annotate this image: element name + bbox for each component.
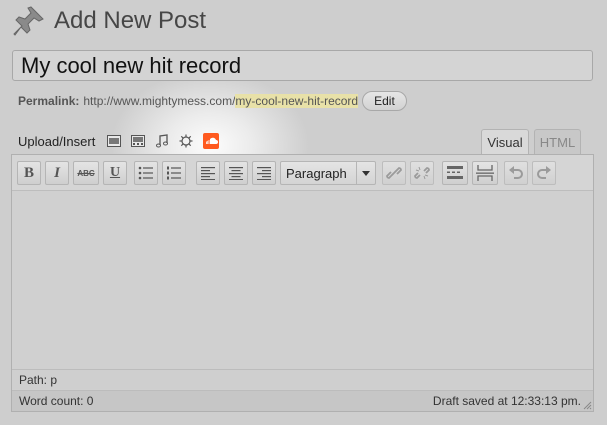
unlink-button[interactable] — [410, 161, 434, 185]
format-select[interactable]: Paragraph — [280, 161, 376, 185]
unlink-icon — [414, 166, 430, 180]
editor-toolbar: B I ABC U Paragraph — [12, 155, 593, 191]
upload-insert-label: Upload/Insert — [18, 133, 96, 149]
bullet-list-button[interactable] — [134, 161, 158, 185]
post-editor: B I ABC U Paragraph Path: p Word count: … — [11, 154, 594, 412]
bullet-list-icon — [138, 166, 153, 180]
redo-button[interactable] — [532, 161, 556, 185]
editor-status-bar: Word count: 0 Draft saved at 12:33:13 pm… — [12, 390, 593, 411]
resize-handle-icon[interactable] — [582, 400, 592, 410]
page-break-icon — [476, 165, 494, 181]
link-icon — [386, 167, 402, 179]
underline-button[interactable]: U — [103, 161, 127, 185]
permalink-label: Permalink: — [18, 94, 80, 108]
media-icon[interactable] — [179, 134, 193, 148]
word-count: Word count: 0 — [19, 394, 94, 408]
link-button[interactable] — [382, 161, 406, 185]
numbered-list-icon — [167, 166, 181, 180]
permalink-base: http://www.mightymess.com/ — [83, 94, 236, 108]
format-select-value: Paragraph — [286, 165, 347, 181]
redo-icon — [537, 166, 551, 179]
align-center-icon — [229, 167, 243, 180]
editor-path: Path: p — [12, 369, 593, 389]
bold-button[interactable]: B — [17, 161, 41, 185]
numbered-list-button[interactable] — [162, 161, 186, 185]
editor-content-area[interactable] — [12, 191, 593, 369]
permalink-row: Permalink: http://www.mightymess.com/ my… — [18, 91, 407, 111]
strikethrough-button[interactable]: ABC — [73, 161, 99, 185]
page-title: Add New Post — [54, 7, 207, 34]
align-left-button[interactable] — [196, 161, 220, 185]
align-right-button[interactable] — [252, 161, 276, 185]
post-title-input[interactable]: My cool new hit record — [12, 50, 593, 81]
video-icon[interactable] — [131, 135, 146, 147]
image-icon[interactable] — [107, 135, 122, 147]
italic-button[interactable]: I — [45, 161, 69, 185]
tab-html[interactable]: HTML — [534, 129, 581, 155]
edit-permalink-button[interactable]: Edit — [362, 91, 407, 111]
undo-button[interactable] — [504, 161, 528, 185]
more-tag-icon — [447, 166, 463, 179]
undo-icon — [509, 166, 523, 179]
media-buttons: Upload/Insert — [18, 132, 220, 150]
draft-saved-status: Draft saved at 12:33:13 pm. — [432, 394, 581, 408]
page-header: Add New Post — [12, 4, 206, 38]
more-tag-button[interactable] — [442, 161, 468, 185]
align-right-icon — [257, 167, 271, 180]
chevron-down-icon — [356, 162, 375, 184]
soundcloud-icon[interactable] — [203, 133, 220, 149]
pushpin-icon — [13, 6, 44, 36]
page-break-button[interactable] — [472, 161, 498, 185]
tab-visual[interactable]: Visual — [481, 129, 529, 155]
align-center-button[interactable] — [224, 161, 248, 185]
audio-icon[interactable] — [155, 134, 169, 148]
align-left-icon — [201, 167, 215, 180]
permalink-slug[interactable]: my-cool-new-hit-record — [235, 94, 359, 108]
